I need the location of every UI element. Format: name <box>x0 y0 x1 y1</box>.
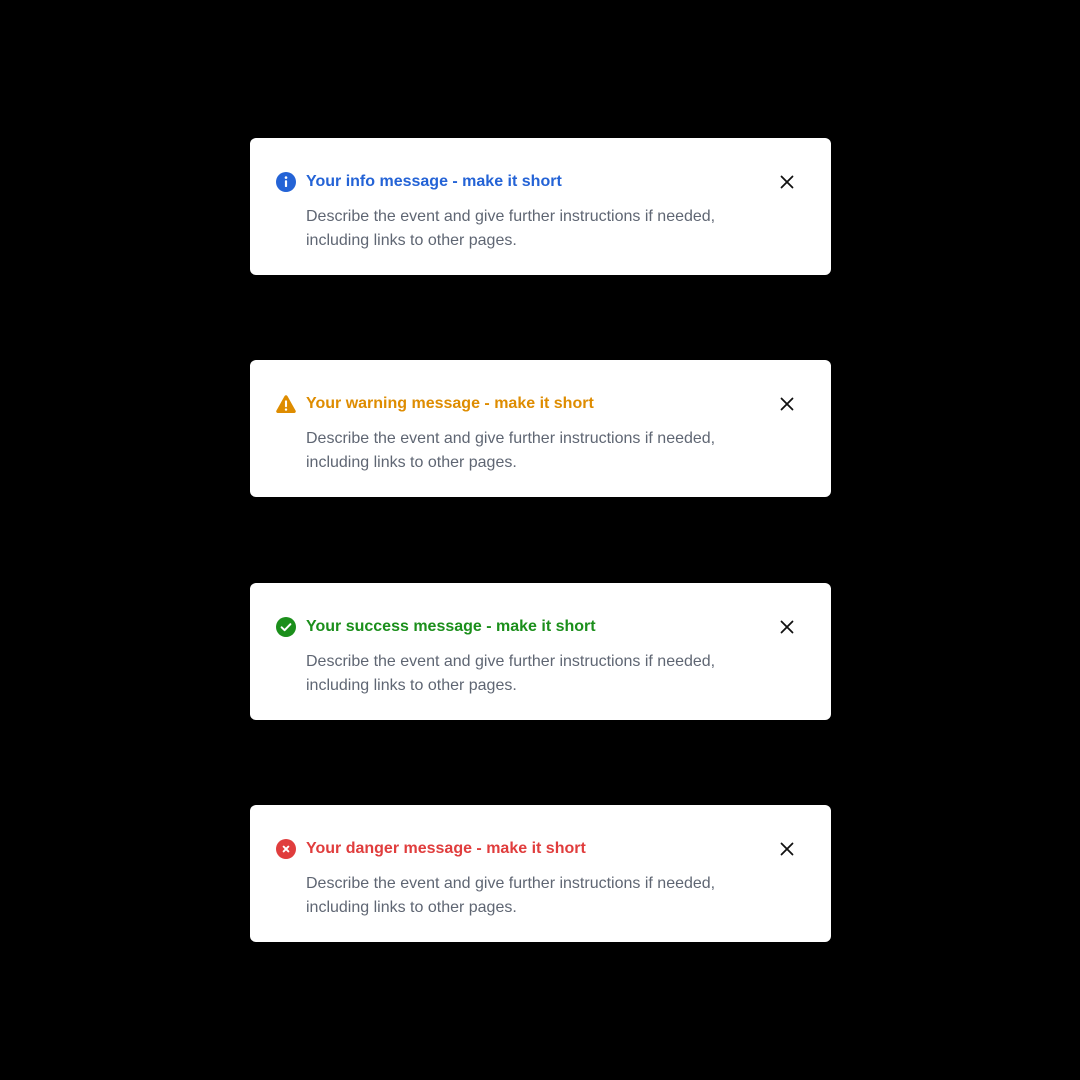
close-button[interactable] <box>777 617 797 637</box>
alert-description-line: Describe the event and give further inst… <box>306 208 716 225</box>
alert-description-line: including links to other pages. <box>306 899 517 916</box>
alert-description-line: Describe the event and give further inst… <box>306 875 716 892</box>
alert-description-line: including links to other pages. <box>306 232 517 249</box>
success-alert: Your success message - make it short Des… <box>250 583 831 720</box>
warning-icon <box>276 394 296 414</box>
alert-description: Describe the event and give further inst… <box>306 650 776 698</box>
close-button[interactable] <box>777 839 797 859</box>
close-icon[interactable] <box>777 172 797 192</box>
alert-description-line: including links to other pages. <box>306 677 517 694</box>
danger-alert: Your danger message - make it short Desc… <box>250 805 831 942</box>
close-icon[interactable] <box>777 839 797 859</box>
close-icon[interactable] <box>777 617 797 637</box>
alert-description: Describe the event and give further inst… <box>306 872 776 920</box>
check-circle-icon <box>276 617 296 637</box>
alert-description-line: including links to other pages. <box>306 454 517 471</box>
alert-title: Your warning message - make it short <box>306 395 594 412</box>
close-button[interactable] <box>777 172 797 192</box>
close-button[interactable] <box>777 394 797 414</box>
warning-alert: Your warning message - make it short Des… <box>250 360 831 497</box>
alert-description: Describe the event and give further inst… <box>306 205 776 253</box>
alert-description: Describe the event and give further inst… <box>306 427 776 475</box>
alert-description-line: Describe the event and give further inst… <box>306 653 716 670</box>
info-icon <box>276 172 296 192</box>
alert-title: Your info message - make it short <box>306 173 562 190</box>
close-icon[interactable] <box>777 394 797 414</box>
alert-title: Your danger message - make it short <box>306 840 586 857</box>
alert-description-line: Describe the event and give further inst… <box>306 430 716 447</box>
info-alert: Your info message - make it short Descri… <box>250 138 831 275</box>
error-circle-icon <box>276 839 296 859</box>
alert-title: Your success message - make it short <box>306 618 596 635</box>
